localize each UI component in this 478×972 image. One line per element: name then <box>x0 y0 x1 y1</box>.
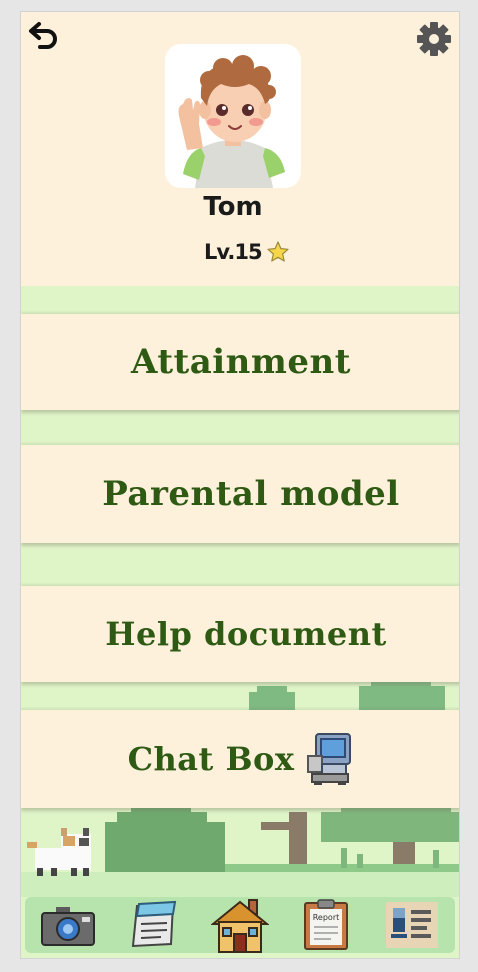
notepad-icon <box>131 900 177 948</box>
undo-arrow-icon <box>29 22 57 49</box>
id-card-icon <box>386 902 438 948</box>
menu-attainment-label: Attainment <box>131 342 351 382</box>
profile-header: Tom Lv.15 <box>21 12 459 286</box>
settings-button[interactable] <box>415 20 453 58</box>
menu-chat-box-button[interactable]: Chat Box <box>21 710 459 808</box>
nav-camera-button[interactable] <box>39 898 97 952</box>
user-level: Lv.15 <box>204 240 263 264</box>
camera-icon <box>41 907 95 946</box>
menu-chat-box-label: Chat Box <box>127 740 295 778</box>
star-icon <box>266 241 289 262</box>
app-frame: Tom Lv.15 Attainment Parental model Help… <box>20 11 460 959</box>
gear-icon <box>417 22 451 56</box>
avatar[interactable] <box>165 44 301 188</box>
menu-parental-model-button[interactable]: Parental model <box>21 445 459 543</box>
menu-help-document-button[interactable]: Help document <box>21 586 459 682</box>
nav-notepad-button[interactable] <box>125 898 183 952</box>
report-clipboard-icon: Report <box>304 899 348 950</box>
nav-home-button[interactable] <box>211 898 269 953</box>
nav-id-card-button[interactable] <box>383 898 441 952</box>
child-avatar-icon <box>178 55 285 188</box>
back-button[interactable] <box>27 18 63 52</box>
menu-parental-model-label: Parental model <box>102 474 400 514</box>
menu-help-document-label: Help document <box>105 615 387 653</box>
house-icon <box>211 899 269 953</box>
report-label: Report <box>313 913 340 922</box>
nav-report-button[interactable]: Report <box>297 898 355 952</box>
bottom-nav: Report <box>25 897 455 953</box>
user-name: Tom <box>203 192 263 222</box>
menu-attainment-button[interactable]: Attainment <box>21 314 459 410</box>
robot-icon <box>307 733 352 785</box>
level-row: Lv.15 <box>204 237 290 267</box>
